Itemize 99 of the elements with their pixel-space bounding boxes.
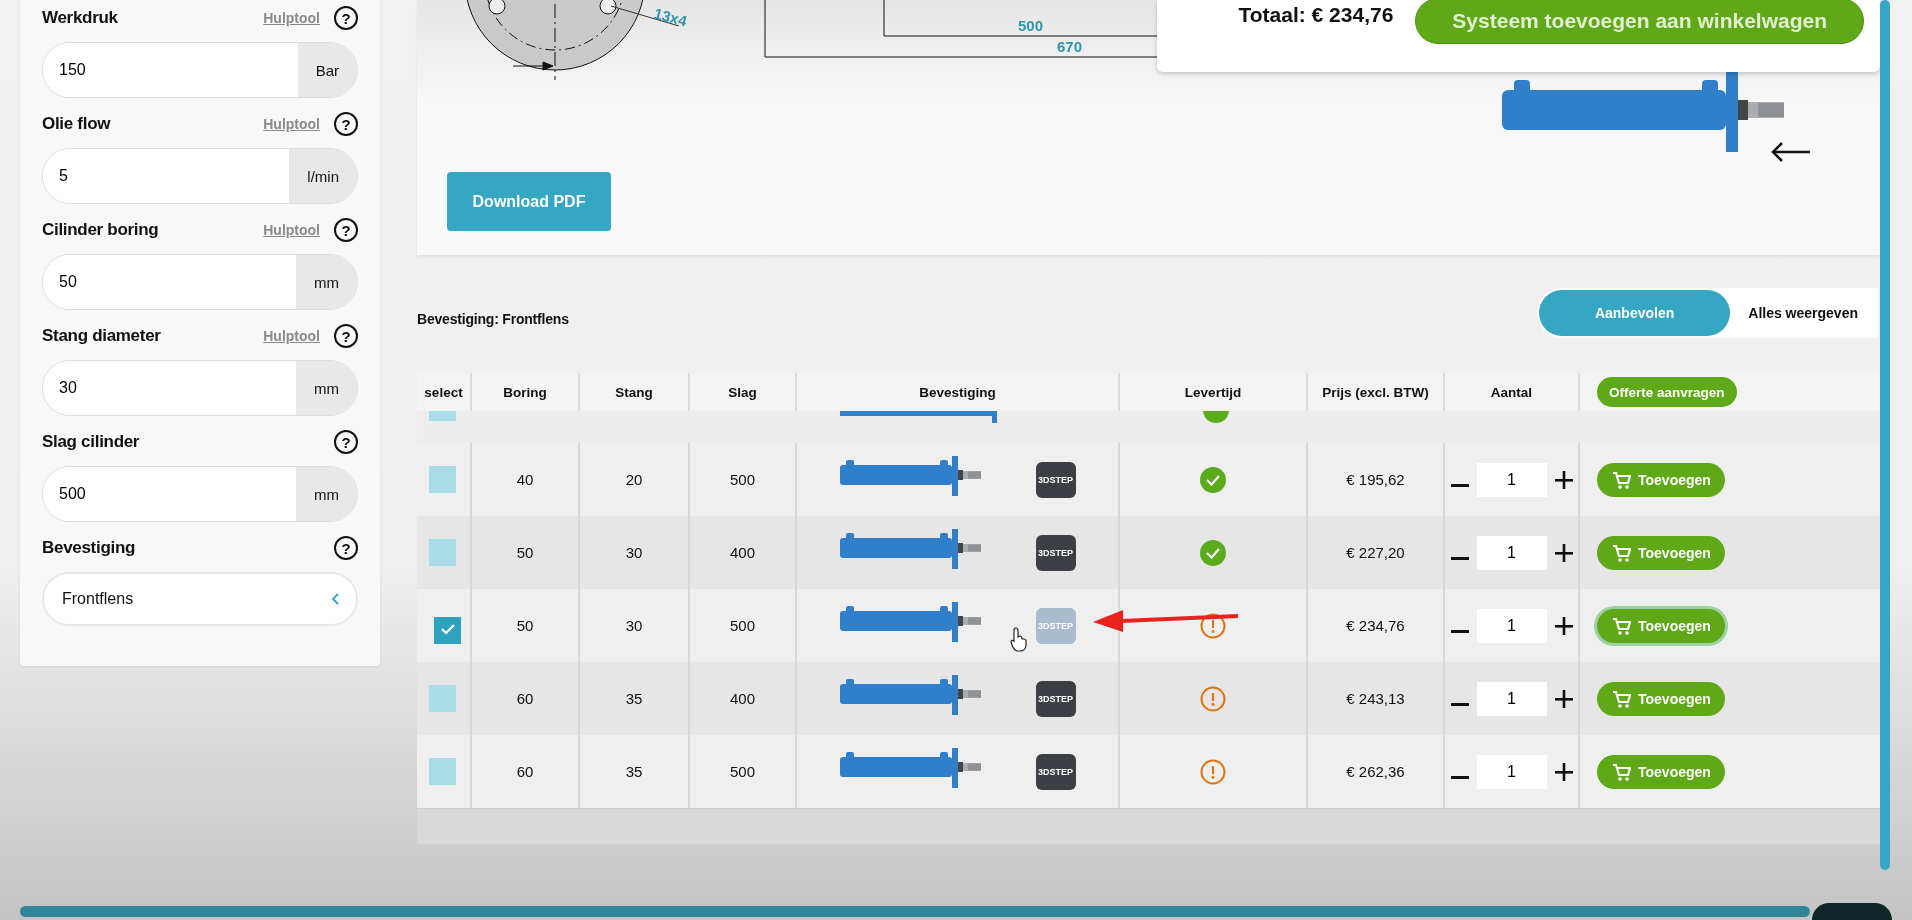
horizontal-scrollbar[interactable] xyxy=(20,906,1810,917)
plus-icon xyxy=(1554,689,1573,708)
increase-button[interactable] xyxy=(1552,760,1575,783)
column-header: Aantal xyxy=(1443,373,1578,411)
column-header: Boring xyxy=(470,373,578,411)
table-cell: 500 xyxy=(730,617,755,634)
select-field[interactable]: Frontflens xyxy=(42,572,358,626)
quantity-field[interactable]: 1 xyxy=(1476,608,1547,643)
column-header: select xyxy=(417,373,470,411)
table-cell: 60 xyxy=(516,763,534,780)
help-icon[interactable]: ? xyxy=(334,430,358,454)
price-text: € 262,36 xyxy=(1346,763,1405,780)
table-cell: 50 xyxy=(516,544,534,561)
increase-button[interactable] xyxy=(1552,541,1575,564)
select-checkbox[interactable] xyxy=(429,685,456,712)
help-icon[interactable]: ? xyxy=(334,218,358,242)
select-checkbox[interactable] xyxy=(429,466,456,493)
unit-label: mm xyxy=(296,467,357,521)
cart-icon xyxy=(1612,543,1631,562)
minus-icon xyxy=(1450,775,1469,779)
number-field[interactable]: 5 l/min xyxy=(42,148,358,204)
cart-icon xyxy=(1612,762,1631,781)
number-field[interactable]: 150 Bar xyxy=(42,42,358,98)
number-field[interactable]: 50 mm xyxy=(42,254,358,310)
3d-step-download-button[interactable]: 3DSTEP xyxy=(1035,753,1076,790)
table-cell: 30 xyxy=(625,544,643,561)
column-header: Levertijd xyxy=(1118,373,1306,411)
section-title: Bevestiging: Frontflens xyxy=(417,311,569,327)
unit-label: l/min xyxy=(289,149,357,203)
plus-icon xyxy=(1554,470,1573,489)
3d-step-download-button[interactable]: 3DSTEP xyxy=(1035,461,1076,498)
arrow-left-icon xyxy=(1770,140,1812,164)
quantity-field[interactable]: 1 xyxy=(1476,681,1547,716)
unit-label: mm xyxy=(296,361,357,415)
plus-icon xyxy=(1554,616,1573,635)
table-cell: 500 xyxy=(730,471,755,488)
price-text: € 195,62 xyxy=(1346,471,1405,488)
select-checkbox[interactable] xyxy=(429,758,456,785)
table-cell: 35 xyxy=(625,690,643,707)
price-text: € 234,76 xyxy=(1346,617,1405,634)
table-cell: 500 xyxy=(730,763,755,780)
cart-icon xyxy=(1612,616,1631,635)
field-label: Slag cilinder xyxy=(42,432,141,452)
cart-icon xyxy=(1612,689,1631,708)
increase-button[interactable] xyxy=(1552,468,1575,491)
field-label: Bevestiging xyxy=(42,538,137,558)
minus-icon xyxy=(1450,483,1469,487)
minus-icon xyxy=(1450,702,1469,706)
table-cell: 60 xyxy=(516,690,534,707)
vertical-scrollbar[interactable] xyxy=(1880,0,1890,870)
table-cell: 400 xyxy=(730,690,755,707)
field-label: Werkdruk xyxy=(42,8,119,28)
chevron-icon xyxy=(332,593,340,605)
3d-step-download-button[interactable]: 3DSTEP xyxy=(1035,680,1076,717)
chat-bubble-button[interactable] xyxy=(1812,903,1892,920)
select-checkbox[interactable] xyxy=(434,617,461,644)
table-cell: 40 xyxy=(516,471,534,488)
table-cell: 20 xyxy=(625,471,643,488)
plus-icon xyxy=(1554,762,1573,781)
3d-step-download-button[interactable]: 3DSTEP xyxy=(1035,534,1076,571)
column-header: Bevestiging xyxy=(795,373,1118,411)
view-tab[interactable]: Alles weergeven xyxy=(1730,290,1876,336)
table-cell: 400 xyxy=(730,544,755,561)
help-icon[interactable]: ? xyxy=(334,112,358,136)
hand-cursor-icon xyxy=(1009,627,1027,652)
quantity-field[interactable]: 1 xyxy=(1476,462,1547,497)
field-label: Cilinder boring xyxy=(42,220,160,240)
help-icon[interactable]: ? xyxy=(334,536,358,560)
minus-icon xyxy=(1450,629,1469,633)
dimension-label: 670 xyxy=(1057,38,1083,55)
select-checkbox[interactable] xyxy=(429,539,456,566)
cart-icon xyxy=(1612,470,1631,489)
hole-label: 13x4 xyxy=(652,4,689,30)
increase-button[interactable] xyxy=(1552,687,1575,710)
quantity-field[interactable]: 1 xyxy=(1476,754,1547,789)
select-value: Frontflens xyxy=(62,590,134,608)
plus-icon xyxy=(1554,543,1573,562)
field-label: Stang diameter xyxy=(42,326,162,346)
price-text: € 243,13 xyxy=(1346,690,1405,707)
table-cell: 35 xyxy=(625,763,643,780)
total-price: Totaal: € 234,76 xyxy=(1238,3,1394,27)
number-field[interactable]: 30 mm xyxy=(42,360,358,416)
field-label: Olie flow xyxy=(42,114,112,134)
column-header: Stang xyxy=(578,373,688,411)
quantity-field[interactable]: 1 xyxy=(1476,535,1547,570)
column-header: Slag xyxy=(688,373,795,411)
help-icon[interactable]: ? xyxy=(334,6,358,30)
table-cell: 30 xyxy=(625,617,643,634)
minus-icon xyxy=(1450,556,1469,560)
help-icon[interactable]: ? xyxy=(334,324,358,348)
dimension-label: 500 xyxy=(1018,17,1044,34)
column-header: Prijs (excl. BTW) xyxy=(1306,373,1443,411)
unit-label: mm xyxy=(296,255,357,309)
checkmark-icon xyxy=(440,622,456,636)
price-text: € 227,20 xyxy=(1346,544,1405,561)
unit-label: Bar xyxy=(297,43,357,97)
table-cell: 50 xyxy=(516,617,534,634)
increase-button[interactable] xyxy=(1552,614,1575,637)
number-field[interactable]: 500 mm xyxy=(42,466,358,522)
